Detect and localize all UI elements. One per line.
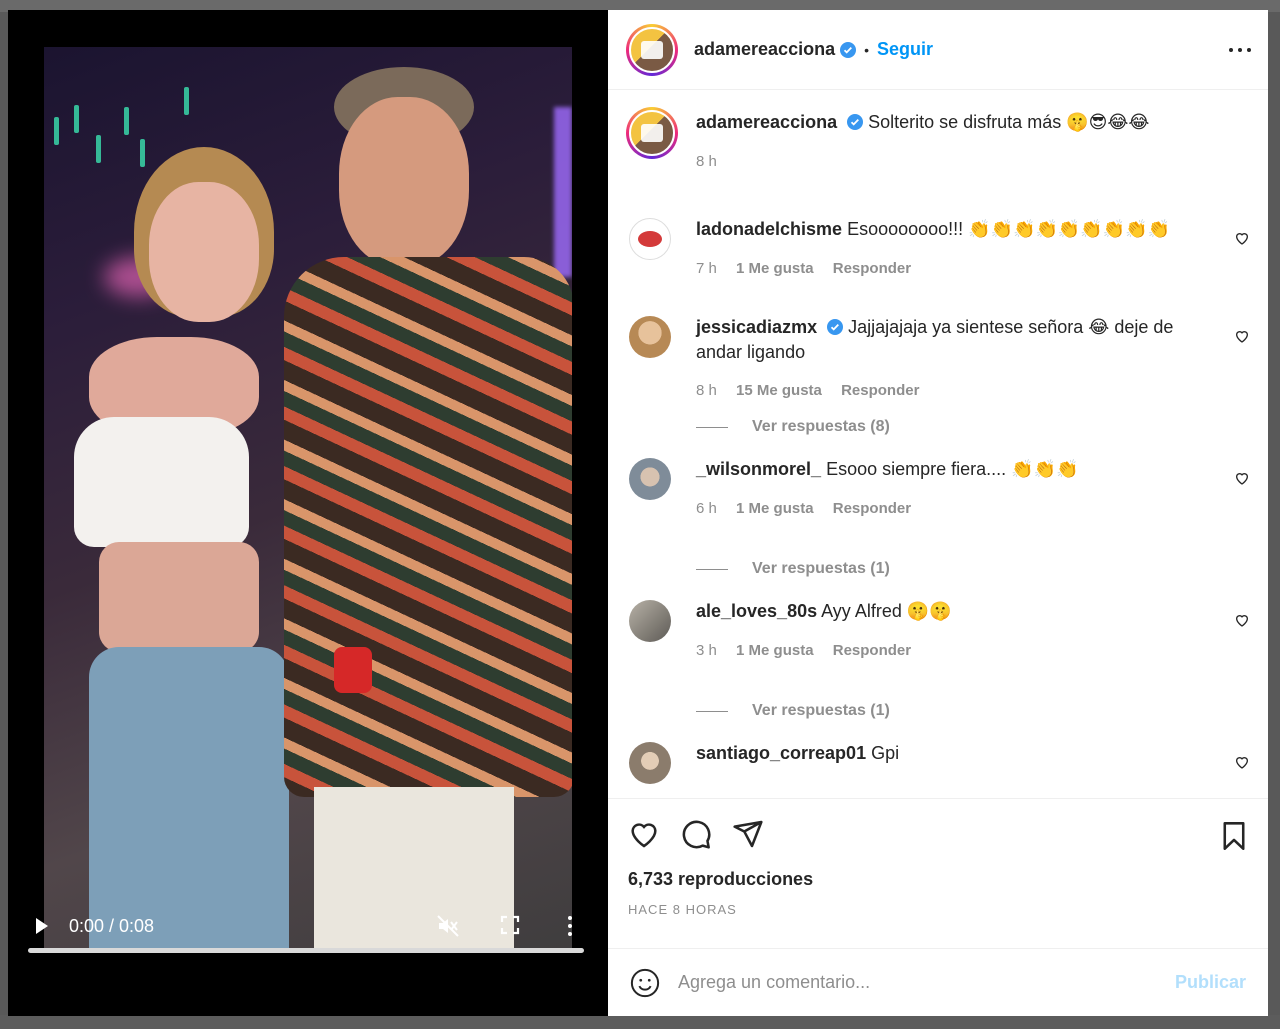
reply-button[interactable]: Responder — [833, 260, 911, 277]
author-username[interactable]: adamereacciona — [694, 39, 835, 60]
commenter-avatar[interactable] — [629, 218, 671, 260]
post-panel: adamereacciona • Seguir adamereacciona S… — [608, 10, 1268, 1016]
like-comment-icon[interactable] — [1234, 754, 1250, 770]
comment-username[interactable]: jessicadiazmx — [696, 317, 817, 337]
comment-text: Ayy Alfred — [821, 601, 902, 621]
neon-light — [124, 107, 129, 135]
video-player[interactable]: 0:00 / 0:08 — [8, 10, 608, 1016]
comment-emojis: 👏👏👏👏👏👏👏👏👏 — [968, 219, 1170, 240]
add-comment-bar: Publicar — [608, 948, 1268, 1016]
comment-text: Jajjajajaja ya sientese señora — [848, 317, 1084, 337]
comment-likes[interactable]: 1 Me gusta — [736, 642, 814, 659]
post-caption: adamereacciona Solterito se disfruta más… — [626, 90, 1250, 214]
neon-light — [54, 117, 59, 145]
view-replies-label: Ver respuestas (1) — [752, 560, 890, 577]
view-replies-label: Ver respuestas (1) — [752, 702, 890, 719]
post-options-icon[interactable] — [1228, 38, 1252, 62]
video-time: 0:00 / 0:08 — [69, 916, 155, 936]
comment-likes[interactable]: 1 Me gusta — [736, 260, 814, 277]
like-comment-icon[interactable] — [1234, 470, 1250, 486]
commenter-avatar[interactable] — [629, 316, 671, 358]
play-icon[interactable] — [36, 918, 48, 934]
publish-button[interactable]: Publicar — [1175, 972, 1246, 993]
comment-item: jessicadiazmx Jajjajajaja ya sientese se… — [626, 312, 1250, 400]
commenter-avatar[interactable] — [629, 742, 671, 784]
comments-list[interactable]: adamereacciona Solterito se disfruta más… — [608, 90, 1268, 798]
comment-item: ladonadelchisme Esoooooooo!!! 👏👏👏👏👏👏👏👏👏 … — [626, 214, 1250, 312]
comment-text: Gpi — [871, 743, 900, 763]
like-icon[interactable] — [628, 818, 660, 850]
comment-item: _wilsonmorel_ Esooo siempre fiera.... 👏👏… — [626, 454, 1250, 542]
post-timestamp: HACE 8 HORAS — [628, 902, 737, 917]
lips-icon — [638, 231, 662, 247]
comment-emojis: 👏👏👏 — [1011, 459, 1079, 480]
comment-icon[interactable] — [680, 818, 712, 850]
neon-light — [184, 87, 189, 115]
comment-time: 3 h — [696, 642, 717, 659]
mute-icon[interactable] — [436, 914, 460, 938]
save-icon[interactable] — [1220, 821, 1248, 851]
view-replies-label: Ver respuestas (8) — [752, 418, 890, 435]
background-page-feed — [0, 1015, 1280, 1029]
caption-time: 8 h — [696, 153, 717, 170]
comment-emojis: 🤫🤫 — [906, 601, 952, 622]
comment-likes[interactable]: 15 Me gusta — [736, 382, 822, 399]
like-comment-icon[interactable] — [1234, 612, 1250, 628]
man-figure — [274, 67, 572, 952]
separator-dot: • — [864, 41, 869, 58]
comment-username[interactable]: santiago_correap01 — [696, 743, 866, 763]
reply-button[interactable]: Responder — [841, 382, 919, 399]
reply-button[interactable]: Responder — [833, 642, 911, 659]
view-count[interactable]: 6,733 reproducciones — [628, 869, 1250, 890]
comment-item: ale_loves_80s Ayy Alfred 🤫🤫 3 h 1 Me gus… — [626, 596, 1250, 684]
post-modal: 0:00 / 0:08 adamereacciona • Seguir adam… — [8, 10, 1268, 1016]
share-icon[interactable] — [732, 818, 764, 850]
video-controls: 0:00 / 0:08 — [28, 900, 592, 950]
comment-text: Esooo siempre fiera.... — [826, 459, 1007, 479]
verified-icon — [847, 114, 864, 130]
fullscreen-icon[interactable] — [500, 915, 520, 935]
emoji-icon[interactable] — [630, 968, 660, 998]
comment-emoji: 😂 — [1088, 317, 1110, 338]
comment-item: santiago_correap01 Gpi — [626, 738, 1250, 798]
comment-input[interactable] — [678, 972, 1175, 993]
comment-likes[interactable]: 1 Me gusta — [736, 500, 814, 517]
video-more-icon[interactable] — [566, 914, 574, 938]
verified-icon — [827, 319, 844, 335]
verified-icon — [840, 41, 857, 58]
follow-button[interactable]: Seguir — [877, 39, 933, 60]
like-comment-icon[interactable] — [1234, 230, 1250, 246]
commenter-avatar[interactable] — [629, 600, 671, 642]
post-actions: 6,733 reproducciones HACE 8 HORAS — [608, 798, 1268, 948]
comment-username[interactable]: ladonadelchisme — [696, 219, 842, 239]
comment-text: Esoooooooo!!! — [847, 219, 964, 239]
view-replies-button[interactable]: Ver respuestas (1) — [696, 684, 1250, 738]
caption-avatar[interactable] — [626, 107, 678, 159]
commenter-avatar[interactable] — [629, 458, 671, 500]
caption-emojis: 🤫😎😂😂 — [1066, 112, 1150, 133]
reply-button[interactable]: Responder — [833, 500, 911, 517]
video-frame[interactable] — [44, 47, 572, 952]
view-replies-button[interactable]: Ver respuestas (1) — [696, 542, 1250, 596]
comment-username[interactable]: ale_loves_80s — [696, 601, 817, 621]
post-header: adamereacciona • Seguir — [608, 10, 1268, 90]
caption-text: Solterito se disfruta más — [868, 112, 1062, 132]
caption-username[interactable]: adamereacciona — [696, 112, 837, 132]
author-avatar[interactable] — [626, 23, 678, 76]
like-comment-icon[interactable] — [1234, 328, 1250, 344]
neon-light — [74, 105, 79, 133]
view-replies-button[interactable]: Ver respuestas (8) — [696, 400, 1250, 454]
video-progress-bar[interactable] — [28, 948, 584, 953]
comment-time: 6 h — [696, 500, 717, 517]
comment-time: 7 h — [696, 260, 717, 277]
comment-username[interactable]: _wilsonmorel_ — [696, 459, 821, 479]
comment-time: 8 h — [696, 382, 717, 399]
